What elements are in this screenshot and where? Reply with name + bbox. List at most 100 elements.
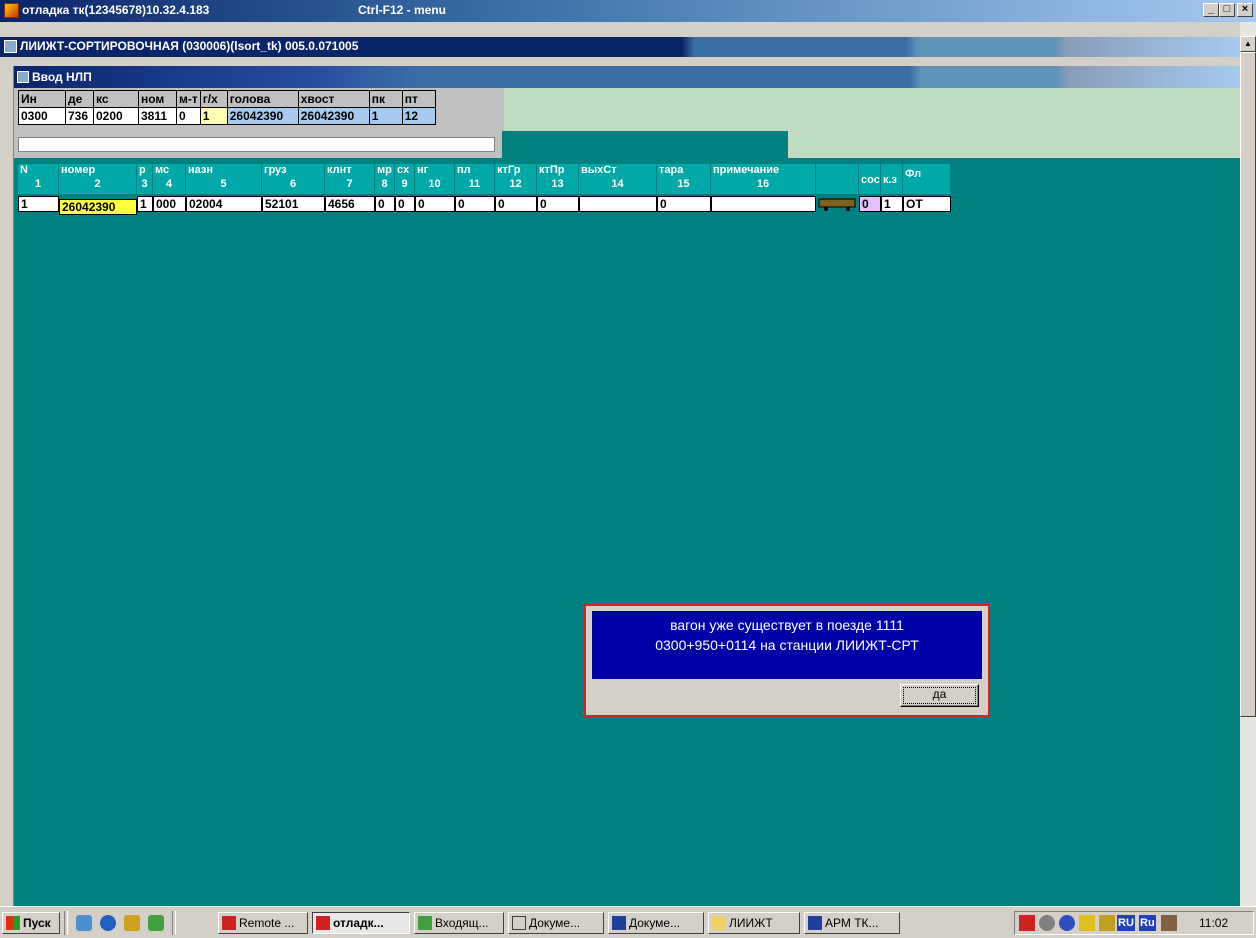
network-icon[interactable] bbox=[1059, 915, 1075, 931]
grid-col-header[interactable]: к.з bbox=[881, 164, 903, 194]
grid-cell[interactable]: 02004 bbox=[186, 196, 262, 212]
head-field[interactable]: 12 bbox=[401, 107, 436, 125]
grid-cell[interactable]: 0 bbox=[657, 196, 711, 212]
launch-icon[interactable] bbox=[124, 915, 140, 931]
remote-icon[interactable] bbox=[1019, 915, 1035, 931]
keyboard-layout-indicator[interactable]: Ru bbox=[1139, 915, 1156, 931]
grid-col-header[interactable]: назн 5 bbox=[186, 164, 262, 194]
close-button[interactable]: × bbox=[1237, 3, 1253, 17]
grid-cell[interactable]: 4656 bbox=[325, 196, 375, 212]
grid-cell[interactable]: 52101 bbox=[262, 196, 325, 212]
inbox-icon bbox=[418, 916, 432, 930]
clock[interactable]: 11:02 bbox=[1199, 916, 1228, 930]
grid-col-header[interactable]: N1 bbox=[18, 164, 59, 194]
ok-button[interactable]: да bbox=[900, 684, 979, 707]
header-col: пк bbox=[368, 90, 403, 108]
app-icon bbox=[222, 916, 236, 930]
grid-col-header[interactable]: ктГр 12 bbox=[495, 164, 537, 194]
grid-col-header[interactable]: выхСт 14 bbox=[579, 164, 657, 194]
head-field[interactable]: 0300 bbox=[18, 107, 66, 125]
head-field[interactable]: 1 bbox=[368, 107, 403, 125]
taskbar-button-inbox[interactable]: Входящ... bbox=[414, 912, 504, 934]
grid-cell[interactable]: 0 bbox=[859, 196, 881, 212]
maximize-button[interactable]: □ bbox=[1219, 3, 1235, 17]
dialog-line-2: 0300+950+0114 на станции ЛИИЖТ-СРТ bbox=[655, 637, 919, 653]
vertical-scrollbar[interactable]: ▲ bbox=[1240, 22, 1256, 906]
header-col: де bbox=[65, 90, 94, 108]
head-field[interactable]: 0 bbox=[176, 107, 201, 125]
head-field[interactable]: 736 bbox=[65, 107, 94, 125]
grid-col-header[interactable]: нг 10 bbox=[415, 164, 455, 194]
taskbar-button-remote[interactable]: Remote ... bbox=[218, 912, 308, 934]
menu-hint: Ctrl-F12 - menu bbox=[358, 3, 447, 17]
grid-cell[interactable] bbox=[711, 196, 816, 212]
grid-cell[interactable]: 0 bbox=[395, 196, 415, 212]
grid-col-header[interactable]: клнт 7 bbox=[325, 164, 375, 194]
left-frame bbox=[0, 66, 14, 906]
window-title-bar[interactable]: отладка тк(12345678)10.32.4.183 Ctrl-F12… bbox=[0, 0, 1256, 22]
scroll-thumb[interactable] bbox=[1240, 52, 1256, 717]
command-input[interactable] bbox=[18, 137, 495, 152]
grid-col-header[interactable]: Фл bbox=[903, 164, 951, 194]
scroll-up-icon[interactable]: ▲ bbox=[1240, 36, 1256, 52]
header-col: м-т bbox=[176, 90, 201, 108]
outlook-icon[interactable] bbox=[148, 915, 164, 931]
grid-col-header[interactable]: сос bbox=[859, 164, 881, 194]
grid-cell[interactable]: 0 bbox=[375, 196, 395, 212]
grid-cell[interactable]: 1 bbox=[881, 196, 903, 212]
head-field[interactable]: 26042390 bbox=[226, 107, 299, 125]
grid-cell[interactable] bbox=[579, 196, 657, 212]
wagon-icon bbox=[818, 198, 856, 211]
grid-cell[interactable]: 0 bbox=[495, 196, 537, 212]
grid-cell[interactable]: 1 bbox=[137, 196, 153, 212]
inner-window-title-bar[interactable]: ЛИИЖТ-СОРТИРОВОЧНАЯ (030006)(lsort_tk) 0… bbox=[0, 37, 1240, 57]
grid-col-header[interactable]: сх 9 bbox=[395, 164, 415, 194]
show-desktop-icon[interactable] bbox=[76, 915, 92, 931]
folder-icon bbox=[712, 916, 726, 930]
grid-col-header[interactable] bbox=[816, 164, 859, 194]
header-col: хвост bbox=[297, 90, 370, 108]
grid-col-header[interactable]: номер 2 bbox=[59, 164, 137, 194]
taskbar-button-folder[interactable]: ЛИИЖТ bbox=[708, 912, 800, 934]
grid-col-header[interactable]: р3 bbox=[137, 164, 153, 194]
windows-logo-icon bbox=[6, 916, 20, 930]
head-field[interactable]: 3811 bbox=[138, 107, 177, 125]
start-button[interactable]: Пуск bbox=[2, 912, 60, 934]
taskbar-button-document-2[interactable]: Докуме... bbox=[608, 912, 704, 934]
grid-cell-selected[interactable]: 26042390 bbox=[59, 199, 137, 215]
grid-cell[interactable]: 000 bbox=[153, 196, 186, 212]
grid-cell[interactable]: 1 bbox=[18, 196, 59, 212]
header-col: голова bbox=[226, 90, 299, 108]
grid-col-header[interactable]: груз 6 bbox=[262, 164, 325, 194]
grid-cell[interactable]: 0 bbox=[415, 196, 455, 212]
language-indicator[interactable]: RU bbox=[1117, 915, 1135, 931]
grid-col-header[interactable]: ктПр 13 bbox=[537, 164, 579, 194]
tray-app-icon[interactable] bbox=[1099, 915, 1115, 931]
grid-cell[interactable]: 0 bbox=[455, 196, 495, 212]
head-field[interactable]: 26042390 bbox=[297, 107, 370, 125]
internet-explorer-icon[interactable] bbox=[100, 915, 116, 931]
dialog-message: вагон уже существует в поезде 1111 0300+… bbox=[592, 611, 982, 679]
form-title-bar[interactable]: Ввод НЛП bbox=[14, 66, 1240, 88]
calendar-icon[interactable] bbox=[1161, 915, 1177, 931]
tray-app-icon[interactable] bbox=[1079, 915, 1095, 931]
grid-col-header[interactable]: пл 11 bbox=[455, 164, 495, 194]
grid-col-header[interactable]: мр 8 bbox=[375, 164, 395, 194]
grid-cell[interactable]: ОТ bbox=[903, 196, 951, 212]
head-field[interactable]: 0200 bbox=[93, 107, 139, 125]
grid-col-header[interactable]: примечание 16 bbox=[711, 164, 816, 194]
grid-col-header[interactable]: мс 4 bbox=[153, 164, 186, 194]
spacer bbox=[0, 57, 1240, 66]
taskbar-button-debug[interactable]: отладк... bbox=[312, 912, 410, 934]
taskbar-button-document-1[interactable]: Докуме... bbox=[508, 912, 604, 934]
word-icon bbox=[808, 916, 822, 930]
minimize-button[interactable]: _ bbox=[1203, 3, 1219, 17]
grid-cell[interactable]: 0 bbox=[537, 196, 579, 212]
grid-col-header[interactable]: тара 15 bbox=[657, 164, 711, 194]
head-field[interactable]: 1 bbox=[199, 107, 228, 125]
mail-icon bbox=[512, 916, 526, 930]
taskbar-button-arm[interactable]: АРМ ТК... bbox=[804, 912, 900, 934]
volume-icon[interactable] bbox=[1039, 915, 1055, 931]
grid-cell-wagon[interactable] bbox=[816, 196, 859, 212]
dialog-line-1: вагон уже существует в поезде 1111 bbox=[670, 617, 904, 633]
